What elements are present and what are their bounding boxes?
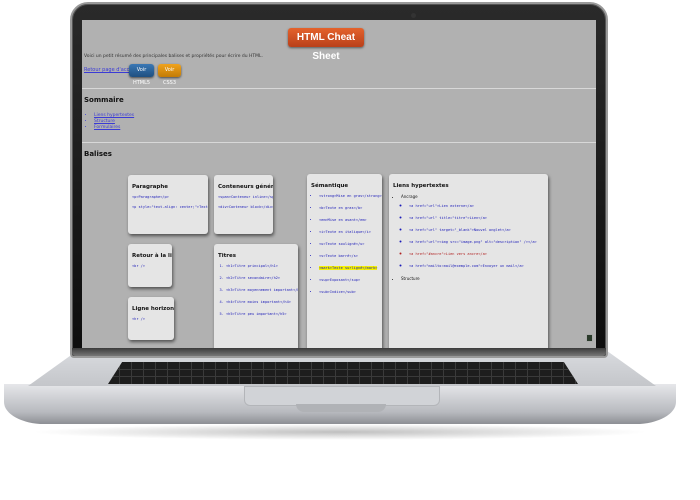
card-title: Ligne horizontale	[132, 306, 174, 312]
highlighted-code: <mark>Texte surligné</mark>	[319, 266, 378, 270]
code-item: <i>Texte en italique</i>	[319, 230, 378, 234]
card-title: Retour à la ligne	[132, 253, 172, 259]
code-item: <u>Texte souligné</u>	[319, 242, 378, 246]
divider	[82, 142, 596, 143]
code-item: <h2>Titre secondaire</h2>	[226, 276, 294, 280]
card-title: Paragraphe	[132, 184, 168, 190]
anchor-list: <a href="url">Lien externe</a> <a href="…	[401, 204, 544, 268]
code-item: <sub>Indice</sub>	[319, 290, 378, 294]
group-item: Structure	[401, 276, 544, 281]
html5-button[interactable]: Voir HTML5	[129, 64, 154, 86]
code-item: <h3>Titre moyennement important</h3>	[226, 288, 298, 292]
summary-link[interactable]: Formulaires	[94, 125, 134, 131]
code-item: <mark>Texte surligné</mark>	[319, 266, 378, 270]
code-item: <b>Texte en gras</b>	[319, 206, 378, 210]
card-title: Conteneurs génériques	[218, 184, 273, 190]
card-conteneurs: Conteneurs génériques <span>Conteneur in…	[214, 175, 273, 234]
hinge	[72, 348, 606, 356]
summary-list: Liens hypertextes Structure Formulaires	[90, 113, 134, 131]
code-item: <strong>Mise en gras</strong>	[319, 194, 382, 198]
code-item: <s>Texte barré</s>	[319, 254, 378, 258]
divider	[82, 88, 596, 89]
page-title: HTML Cheat Sheet	[288, 28, 364, 62]
card-title: Liens hypertextes	[393, 183, 449, 189]
links-list: Ancrage <a href="url">Lien externe</a> <…	[393, 194, 544, 281]
camera-icon	[411, 13, 416, 18]
code-line: <br />	[132, 264, 145, 268]
code-item: <a href="url"><img src="image.png" alt="…	[409, 240, 544, 244]
code-line: <p style="text-align: center;">Texte</p>	[132, 205, 208, 209]
code-item: <a href="url">Lien externe</a>	[409, 204, 544, 208]
trackpad	[244, 386, 440, 406]
titles-list: <h1>Titre principal</h1> <h2>Titre secon…	[218, 264, 298, 316]
keyboard	[108, 362, 578, 384]
card-paragraphe: Paragraphe <p>Paragraphe</p> <p style="t…	[128, 175, 208, 234]
code-line: <span>Conteneur inline</span>	[218, 195, 273, 199]
intro-text: Voici un petit résumé des principales ba…	[84, 54, 263, 59]
card-title: Titres	[218, 253, 236, 259]
laptop-frame: HTML Cheat Sheet Voici un petit résumé d…	[0, 0, 700, 500]
code-item: <sup>Exposant</sup>	[319, 278, 378, 282]
lid-notch	[296, 404, 386, 412]
code-item: <h1>Titre principal</h1>	[226, 264, 294, 268]
code-line: <div>Conteneur block</div>	[218, 205, 273, 209]
group-item: Ancrage <a href="url">Lien externe</a> <…	[401, 194, 544, 268]
tags-heading: Balises	[84, 150, 112, 158]
code-line: <hr />	[132, 317, 145, 321]
scroll-top-icon[interactable]	[586, 334, 593, 342]
code-item: <a href="#ancre">Lien vers ancre</a>	[409, 252, 544, 256]
card-liens-hypertextes: Liens hypertextes Ancrage <a href="url">…	[389, 174, 548, 348]
laptop-shadow	[30, 424, 650, 440]
card-ligne-horizontale: Ligne horizontale <hr />	[128, 297, 174, 340]
summary-heading: Sommaire	[84, 96, 124, 104]
card-retour-ligne: Retour à la ligne <br />	[128, 244, 172, 287]
code-item: <a href="url" target="_blank">Nouvel ong…	[409, 228, 544, 232]
group-label: Ancrage	[401, 194, 418, 199]
code-item: <em>Mise en avant</em>	[319, 218, 378, 222]
code-item: <a href="mailto:mail@exemple.com">Envoye…	[409, 264, 544, 268]
card-titres: Titres <h1>Titre principal</h1> <h2>Titr…	[214, 244, 298, 348]
card-title: Sémantique	[311, 183, 349, 189]
code-line: <p>Paragraphe</p>	[132, 195, 169, 199]
code-item: <h5>Titre peu important</h5>	[226, 312, 294, 316]
css3-button[interactable]: Voir CSS3	[158, 64, 181, 86]
code-item: <h4>Titre moins important</h4>	[226, 300, 294, 304]
browser-page: HTML Cheat Sheet Voici un petit résumé d…	[82, 20, 596, 348]
code-item: <a href="url" title="titre">Lien</a>	[409, 216, 544, 220]
card-semantique: Sémantique <strong>Mise en gras</strong>…	[307, 174, 382, 348]
semantic-list: <strong>Mise en gras</strong> <b>Texte e…	[311, 194, 382, 294]
